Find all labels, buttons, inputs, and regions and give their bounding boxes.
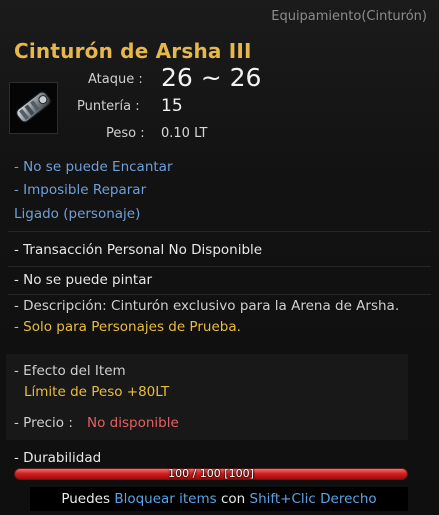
durability-label: - Durabilidad <box>14 450 102 466</box>
attack-label: Ataque : <box>88 72 143 87</box>
no-trade-text: - Transacción Personal No Disponible <box>14 242 263 258</box>
item-name: Cinturón de Arsha III <box>14 39 252 63</box>
item-tooltip: Equipamiento(Cinturón) Cinturón de Arsha… <box>0 0 439 515</box>
item-icon-frame <box>9 82 58 134</box>
description-text: - Descripción: Cinturón exclusivo para l… <box>14 298 400 314</box>
accuracy-label: Puntería : <box>77 99 140 114</box>
price-value: No disponible <box>87 415 179 431</box>
divider <box>8 294 431 295</box>
divider <box>8 266 431 267</box>
attack-value: 26 ~ 26 <box>161 63 262 92</box>
item-category: Equipamiento(Cinturón) <box>271 9 427 24</box>
hint-text: con <box>216 491 250 507</box>
weight-label: Peso : <box>106 126 145 141</box>
weight-value: 0.10 LT <box>161 126 208 141</box>
effect-title: - Efecto del Item <box>14 363 126 379</box>
durability-value: 100 / 100 [100] <box>168 467 254 480</box>
accuracy-value: 15 <box>161 96 183 116</box>
test-only-text: - Solo para Personajes de Prueba. <box>14 319 241 335</box>
bound-text: Ligado (personaje) <box>14 206 141 222</box>
belt-icon <box>10 83 57 133</box>
hint-bar: Puedes Bloquear items con Shift+Clic Der… <box>30 487 408 511</box>
hint-shortcut: Shift+Clic Derecho <box>249 491 377 507</box>
no-repair-text: - Imposible Reparar <box>14 182 147 198</box>
price-label: - Precio : <box>14 415 73 431</box>
effect-value: Límite de Peso +80LT <box>24 384 170 400</box>
divider <box>8 231 431 232</box>
no-enchant-text: - No se puede Encantar <box>14 159 173 175</box>
hint-text: Puedes <box>61 491 115 507</box>
hint-lock-items: Bloquear items <box>114 491 217 507</box>
no-dye-text: - No se puede pintar <box>14 272 153 288</box>
